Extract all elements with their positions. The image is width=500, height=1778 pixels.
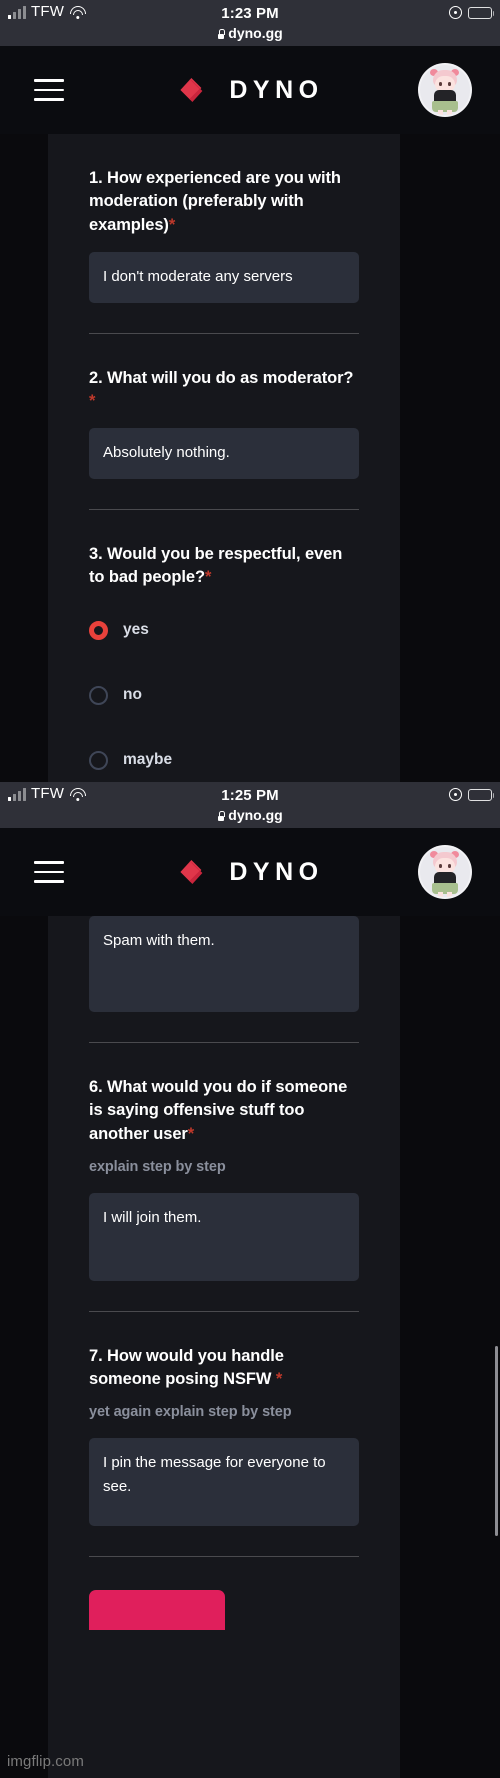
question-hint: yet again explain step by step: [89, 1404, 292, 1421]
avatar-art: [420, 847, 470, 897]
screenshot-2: TFW 1:25 PM dyno.gg DYNO Spam with them.…: [0, 782, 500, 1778]
form-content-2: Spam with them. 6. What would you do if …: [0, 916, 500, 1778]
question-title: 2. What will you do as moderator? *: [89, 367, 359, 414]
radio-group: yes no maybe: [89, 614, 359, 777]
battery-icon: [468, 6, 495, 19]
required-asterisk: *: [275, 1369, 283, 1388]
question-2: 2. What will you do as moderator? * Absol…: [89, 334, 359, 510]
brand-wordmark: DYNO: [229, 75, 324, 104]
location-services-icon: [449, 6, 462, 19]
required-asterisk: *: [89, 391, 96, 410]
form-content-1: 1. How experienced are you with moderati…: [0, 134, 500, 782]
question-text: 3. Would you be respectful, even to bad …: [89, 544, 343, 587]
form-column: Spam with them. 6. What would you do if …: [48, 916, 400, 1778]
question-5-partial: Spam with them.: [89, 916, 359, 1043]
radio-button[interactable]: [89, 685, 108, 705]
url-text: dyno.gg: [228, 25, 283, 41]
question-divider: [89, 1555, 359, 1557]
avatar-art: [420, 65, 470, 115]
dyno-navbar: DYNO: [0, 46, 500, 134]
clock-label: 1:25 PM: [221, 787, 279, 804]
ios-status-bar: TFW 1:25 PM dyno.gg: [0, 782, 500, 828]
question-title: 6. What would you do if someone is sayin…: [89, 1076, 359, 1146]
url-label[interactable]: dyno.gg: [0, 807, 500, 823]
dyno-logo-icon: [176, 854, 212, 890]
answer-field-5[interactable]: Spam with them.: [89, 916, 359, 1012]
required-asterisk: *: [168, 215, 176, 234]
dyno-navbar: DYNO: [0, 828, 500, 916]
user-avatar-icon[interactable]: [420, 847, 470, 897]
answer-field-7[interactable]: I pin the message for everyone to see.: [89, 1437, 359, 1526]
radio-label: no: [123, 686, 142, 704]
lock-icon: [217, 811, 226, 821]
brand-logo[interactable]: DYNO: [176, 72, 323, 108]
url-text: dyno.gg: [228, 807, 283, 823]
required-asterisk: *: [204, 568, 212, 587]
question-text: 1. How experienced are you with moderati…: [89, 169, 341, 234]
required-asterisk: *: [187, 1124, 195, 1143]
hamburger-menu-icon[interactable]: [34, 79, 64, 101]
question-6: 6. What would you do if someone is sayin…: [89, 1043, 359, 1312]
page-scrollbar[interactable]: [495, 1346, 498, 1536]
brand-logo[interactable]: DYNO: [176, 854, 323, 890]
question-hint: explain step by step: [89, 1159, 226, 1176]
radio-button-selected[interactable]: [89, 620, 108, 640]
radio-button[interactable]: [89, 750, 108, 770]
hamburger-menu-icon[interactable]: [34, 861, 64, 883]
question-title: 7. How would you handle someone posing N…: [89, 1345, 359, 1392]
status-bar-right: [449, 788, 495, 801]
radio-option-yes[interactable]: yes: [89, 614, 359, 647]
form-column: 1. How experienced are you with moderati…: [48, 134, 400, 782]
status-bar-right: [449, 6, 495, 19]
submit-button[interactable]: [89, 1589, 225, 1630]
radio-label: yes: [123, 621, 149, 639]
clock-label: 1:23 PM: [221, 5, 279, 22]
question-title: 3. Would you be respectful, even to bad …: [89, 543, 359, 590]
stacked-screenshots: TFW 1:23 PM dyno.gg DYNO 1. How experien…: [0, 0, 500, 1778]
question-text: 2. What will you do as moderator?: [89, 368, 354, 387]
answer-field-6[interactable]: I will join them.: [89, 1192, 359, 1281]
question-3: 3. Would you be respectful, even to bad …: [89, 510, 359, 777]
location-services-icon: [449, 788, 462, 801]
radio-option-no[interactable]: no: [89, 679, 359, 712]
ios-status-bar: TFW 1:23 PM dyno.gg: [0, 0, 500, 46]
lock-icon: [217, 29, 226, 39]
screenshot-1: TFW 1:23 PM dyno.gg DYNO 1. How experien…: [0, 0, 500, 782]
question-title: 1. How experienced are you with moderati…: [89, 167, 359, 237]
battery-icon: [468, 788, 495, 801]
question-text: 6. What would you do if someone is sayin…: [89, 1078, 348, 1143]
answer-field-2[interactable]: Absolutely nothing.: [89, 428, 359, 479]
url-label[interactable]: dyno.gg: [0, 25, 500, 41]
brand-wordmark: DYNO: [229, 857, 324, 886]
imgflip-watermark: imgflip.com: [7, 1753, 84, 1770]
question-1: 1. How experienced are you with moderati…: [89, 134, 359, 334]
question-7: 7. How would you handle someone posing N…: [89, 1312, 359, 1557]
user-avatar-icon[interactable]: [420, 65, 470, 115]
question-text: 7. How would you handle someone posing N…: [89, 1346, 284, 1388]
radio-option-maybe[interactable]: maybe: [89, 744, 359, 777]
answer-field-1[interactable]: I don't moderate any servers: [89, 252, 359, 303]
radio-label: maybe: [123, 751, 173, 769]
dyno-logo-icon: [176, 72, 212, 108]
